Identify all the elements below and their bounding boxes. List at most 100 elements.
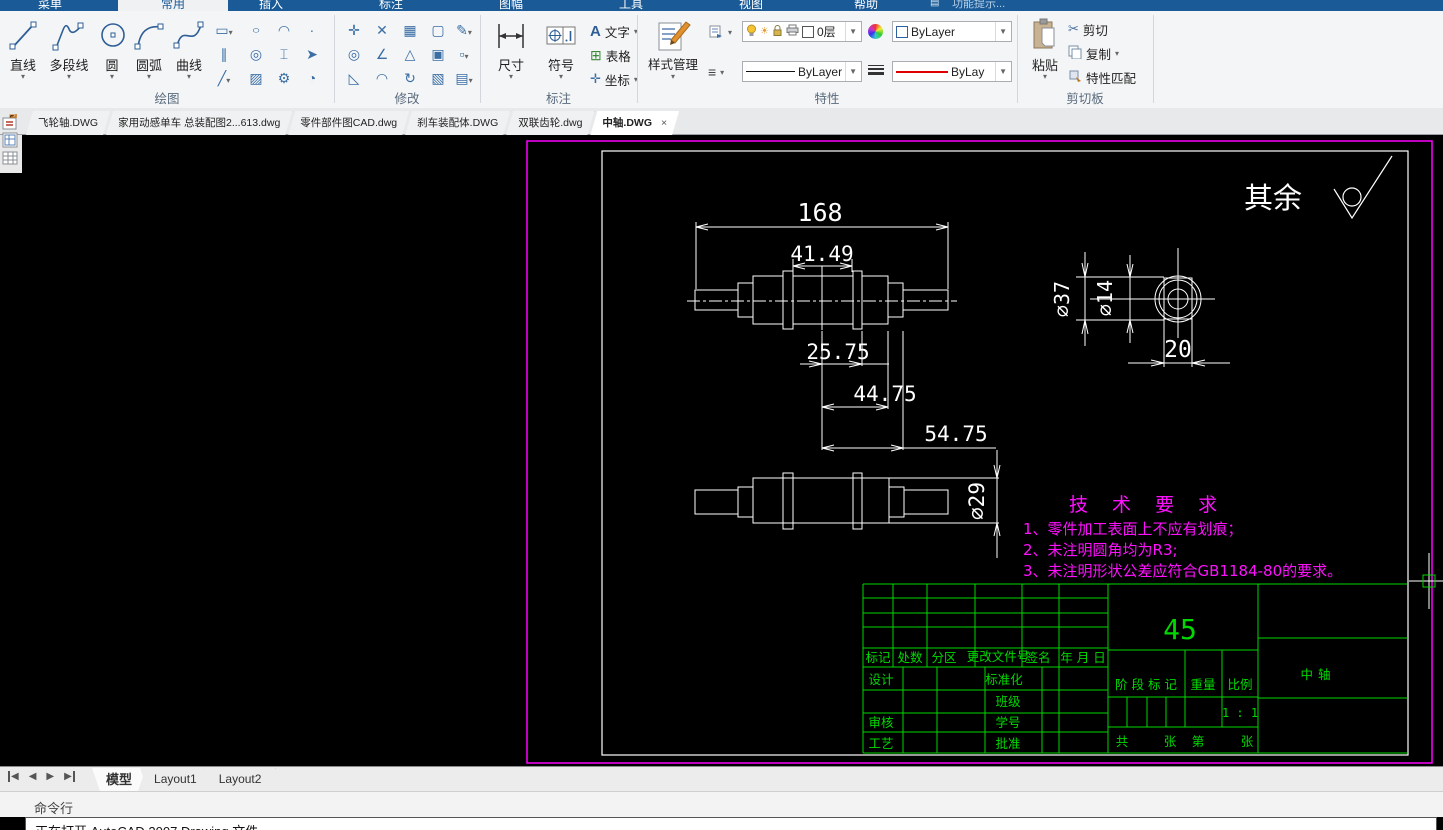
command-window-title: 命令行: [34, 801, 74, 816]
coordinate-button-label: 坐标: [604, 73, 630, 88]
hatch-edit-icon[interactable]: ▤▾: [452, 68, 476, 89]
spline-icon: [170, 16, 208, 58]
linetype-tools-button[interactable]: ≡ ▾: [708, 62, 724, 82]
cut-button[interactable]: ✂ 剪切: [1068, 19, 1108, 39]
front-view: [687, 266, 957, 330]
layer-select[interactable]: ☀ 0层 ▼: [742, 21, 862, 42]
menu-tab-annotate[interactable]: 标注: [349, 0, 433, 11]
hatch-icon[interactable]: ▨: [244, 68, 268, 89]
tab-layout1[interactable]: Layout1: [140, 768, 211, 791]
layout-tab-bar: ◀ ◀ ▶ ▶ 模型 Layout1 Layout2: [0, 766, 1443, 791]
coordinate-icon: ✛: [590, 71, 601, 86]
copy-button[interactable]: 复制 ▾: [1068, 43, 1119, 63]
spline-button-label: 曲线: [175, 58, 202, 73]
tb-page-label: 第: [1192, 734, 1205, 749]
menu-tab-help[interactable]: 帮助: [824, 0, 908, 11]
ribbon: 直线 ▾ 多段线 ▾ 圆 ▾ 圆弧 ▾ 曲线 ▾ ▭▾ ○ ◠ ∙ ∥ ◎ ⌶: [0, 11, 1443, 109]
menu-tab-home[interactable]: 常用: [131, 0, 215, 11]
color-swatch: [896, 25, 908, 38]
bolt-icon[interactable]: ⌶: [272, 44, 296, 65]
pointer-icon[interactable]: ➤: [300, 44, 324, 65]
last-layout-icon[interactable]: ▶: [64, 771, 75, 782]
drawing-canvas[interactable]: 168 41.49 25.75 44.75 54.75 ∅37 ∅14 20 ∅…: [0, 114, 1443, 766]
coordinate-button[interactable]: ✛ 坐标 ▾: [590, 69, 638, 89]
table-button[interactable]: ⊞ 表格: [590, 45, 631, 65]
command-window-titlebar[interactable]: 命令行: [0, 791, 1443, 817]
chevron-down-icon: ▼: [845, 22, 860, 41]
doc-tab-shache[interactable]: 刹车装配体.DWG: [405, 111, 510, 135]
move-icon[interactable]: ✛: [342, 20, 366, 41]
rectangle-icon[interactable]: ▭▾: [212, 20, 236, 41]
array-icon[interactable]: ▦: [398, 20, 422, 41]
chevron-down-icon: ▾: [20, 72, 25, 81]
dim-dia37: ∅37: [1050, 281, 1074, 317]
gear-icon[interactable]: ⚙: [272, 68, 296, 89]
construction-line-icon[interactable]: ╱▾: [212, 68, 236, 89]
chevron-down-icon: ▾: [66, 72, 71, 81]
doc-tab-shuanglian[interactable]: 双联齿轮.dwg: [506, 111, 594, 135]
text-button[interactable]: A 文字 ▾: [590, 21, 638, 41]
menu-tab-insert[interactable]: 插入: [229, 0, 313, 11]
open-drawing-icon[interactable]: [2, 114, 19, 131]
linetype-select[interactable]: ByLayer ▼: [742, 61, 862, 82]
tb-stage-mark: 阶 段 标 记: [1115, 677, 1177, 692]
layer-tools-button[interactable]: ▾: [708, 22, 732, 42]
offset-icon[interactable]: ∠: [370, 44, 394, 65]
selection-icon[interactable]: ▫▾: [452, 44, 476, 65]
table-icon: ⊞: [590, 46, 602, 63]
edit-icon[interactable]: ✎▾: [452, 20, 476, 41]
tab-layout2[interactable]: Layout2: [205, 768, 276, 791]
donut-icon[interactable]: ◎: [244, 44, 268, 65]
printer-icon: [786, 24, 799, 39]
document-tab-bar: 飞轮轴.DWG 家用动感单车 总装配图2...613.dwg 零件部件图CAD.…: [0, 108, 1443, 135]
tb-page-unit: 张: [1241, 734, 1254, 749]
doc-tab-lingjian[interactable]: 零件部件图CAD.dwg: [288, 111, 409, 135]
parallel-lines-icon[interactable]: ∥: [212, 44, 236, 65]
erase-icon[interactable]: ✕: [370, 20, 394, 41]
lineweight-value: ByLay: [951, 64, 985, 79]
copy-object-icon[interactable]: ▢: [426, 20, 450, 41]
menu-tab-menu[interactable]: 菜单: [8, 0, 92, 11]
stretch-icon[interactable]: ◺: [342, 68, 366, 89]
chevron-down-icon: ▼: [845, 62, 860, 81]
fillet-icon[interactable]: ◠: [370, 68, 394, 89]
menu-tab-tools[interactable]: 工具: [589, 0, 673, 11]
doc-tab-zhongzhou-active[interactable]: 中轴.DWG ×: [590, 111, 679, 135]
lineweight-icon[interactable]: [868, 63, 884, 77]
tech-requirements-title: 技 术 要 求: [1069, 494, 1226, 516]
lineweight-select[interactable]: ByLay ▼: [892, 61, 1012, 82]
wipeout-icon[interactable]: ◔: [300, 68, 324, 89]
doc-tab-danche[interactable]: 家用动感单车 总装配图2...613.dwg: [106, 111, 292, 135]
close-icon[interactable]: ×: [661, 117, 667, 129]
dimension-icon: [488, 16, 534, 58]
prev-layout-icon[interactable]: ◀: [29, 771, 37, 782]
point-icon[interactable]: ∙: [300, 20, 324, 41]
dim-dia14: ∅14: [1093, 280, 1117, 316]
color-wheel-icon[interactable]: [868, 24, 883, 44]
tab-model[interactable]: 模型: [92, 768, 146, 791]
hint-text: 功能提示...: [952, 0, 1006, 10]
mirror-icon[interactable]: △: [398, 44, 422, 65]
menu-tab-sheet[interactable]: 图幅: [469, 0, 553, 11]
paste-icon: [1026, 16, 1064, 58]
tech-line-1: 1、零件加工表面上不应有划痕；: [1023, 520, 1243, 538]
match-properties-button[interactable]: 特性匹配: [1068, 67, 1136, 87]
rotate-icon[interactable]: ◎: [342, 44, 366, 65]
arc-icon: [130, 16, 168, 58]
dim-41-49: 41.49: [790, 242, 853, 266]
dim-54-75: 54.75: [924, 422, 987, 446]
doc-tab-feilunzhou[interactable]: 飞轮轴.DWG: [26, 111, 110, 135]
line-button-label: 直线: [9, 58, 36, 73]
tb-date: 年 月 日: [1060, 650, 1105, 665]
ellipse-icon[interactable]: ○: [244, 20, 268, 41]
next-layout-icon[interactable]: ▶: [46, 771, 54, 782]
doc-tab-label: 家用动感单车 总装配图2...613.dwg: [118, 117, 281, 129]
menu-tab-view[interactable]: 视图: [709, 0, 793, 11]
explode-icon[interactable]: ▧: [426, 68, 450, 89]
join-icon[interactable]: ▣: [426, 44, 450, 65]
command-input[interactable]: 正在打开 AutoCAD 2007 Drawing 文件: [25, 817, 1437, 830]
arc-segment-icon[interactable]: ◠: [272, 20, 296, 41]
first-layout-icon[interactable]: ◀: [8, 771, 19, 782]
color-select[interactable]: ByLayer ▼: [892, 21, 1012, 42]
spin-icon[interactable]: ↻: [398, 68, 422, 89]
